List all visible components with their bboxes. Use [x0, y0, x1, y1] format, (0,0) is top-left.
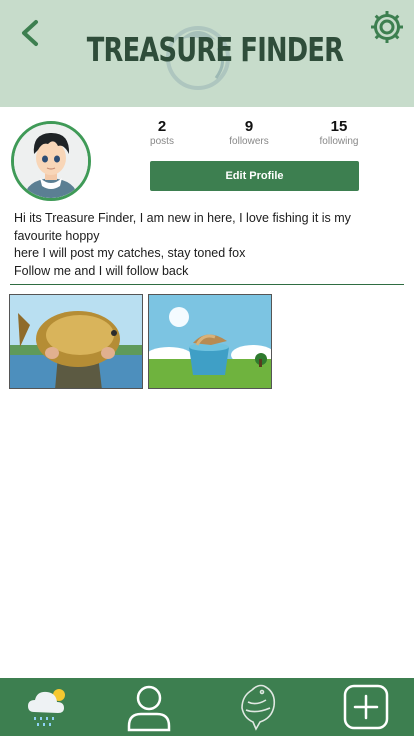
- fish-bucket-photo: [149, 295, 271, 388]
- avatar-illustration: [14, 124, 88, 198]
- posts-label: posts: [150, 136, 174, 147]
- followers-label: followers: [229, 136, 269, 147]
- user-icon[interactable]: [124, 682, 174, 732]
- weather-icon[interactable]: [22, 682, 72, 732]
- post-fish-bucket[interactable]: [148, 294, 272, 389]
- following-count: 15: [330, 118, 348, 135]
- back-chevron-icon[interactable]: [14, 16, 48, 50]
- following-stat[interactable]: 15 following: [304, 118, 374, 148]
- followers-stat[interactable]: 9 followers: [214, 118, 284, 148]
- bio-line: here I will post my catches, stay toned …: [14, 246, 246, 260]
- posts-count: 2: [157, 118, 167, 135]
- bio-line: Hi its Treasure Finder, I am new in here…: [14, 211, 351, 225]
- followers-count: 9: [244, 118, 254, 135]
- app-header: TREASURE FINDER: [0, 0, 414, 107]
- divider: [10, 284, 404, 285]
- avatar[interactable]: [11, 121, 91, 201]
- posts-stat[interactable]: 2 posts: [127, 118, 197, 148]
- carp-catch-photo: [10, 295, 142, 388]
- bio-line: Follow me and I will follow back: [14, 263, 189, 278]
- profile-bio: Hi its Treasure Finder, I am new in here…: [14, 210, 404, 280]
- gear-icon[interactable]: [368, 8, 406, 46]
- post-carp-catch[interactable]: [9, 294, 143, 389]
- app-title: TREASURE FINDER: [86, 30, 344, 69]
- following-label: following: [319, 136, 359, 147]
- fish-icon[interactable]: [236, 682, 286, 732]
- edit-profile-button[interactable]: Edit Profile: [150, 161, 359, 191]
- add-post-icon[interactable]: [341, 682, 391, 732]
- bottom-nav: [0, 678, 414, 736]
- bio-line: favourite hoppy: [14, 228, 100, 243]
